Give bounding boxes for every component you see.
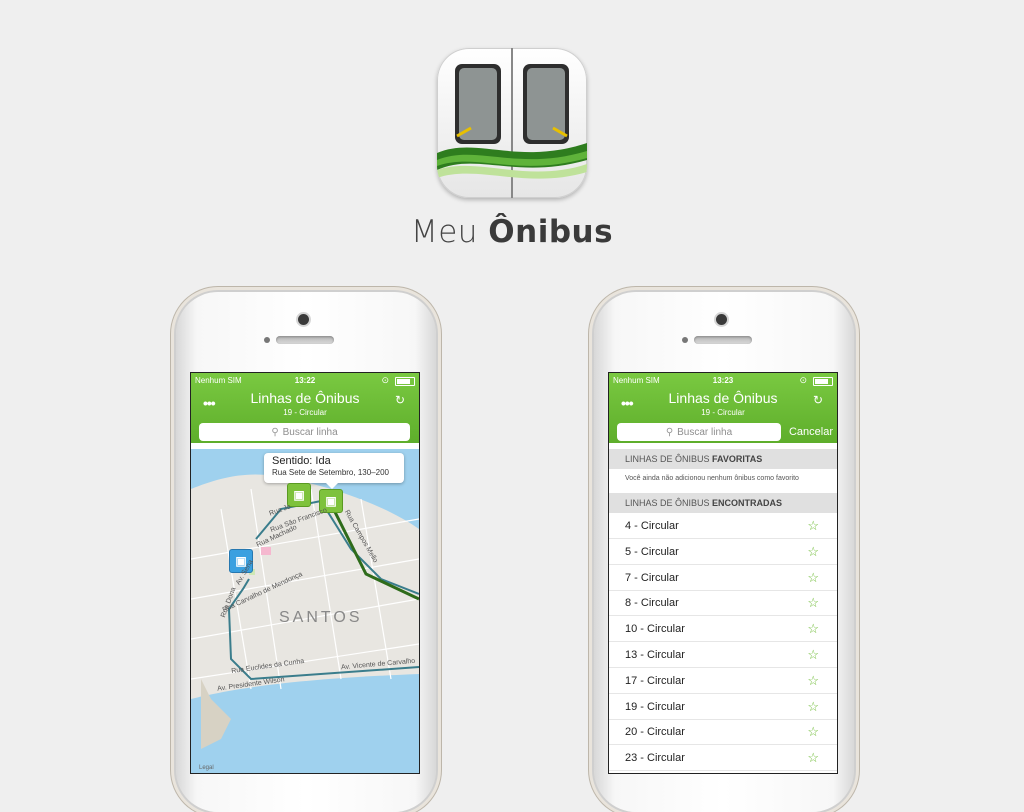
list-item[interactable]: 19 - Circular ☆ [609, 694, 837, 720]
page-subtitle: 19 - Circular [701, 408, 745, 417]
cancel-button[interactable]: Cancelar [789, 426, 833, 438]
page-title: Linhas de Ônibus [250, 390, 360, 406]
bus-marker-green[interactable]: ▣ [287, 483, 311, 507]
line-label: 17 - Circular [625, 674, 685, 687]
bus-icon: ▣ [293, 488, 305, 502]
found-header-bold: ENCONTRADAS [712, 498, 783, 508]
search-input[interactable]: ⚲ Buscar linha [199, 423, 410, 441]
rotation-lock-icon: ⊙ [381, 375, 389, 385]
favorites-header-prefix: LINHAS DE ÔNIBUS [625, 454, 710, 464]
map-screen: Nenhum SIM 13:22 ⊙ ••• Linhas de Ônibus … [190, 372, 420, 774]
bus-icon: ▣ [325, 494, 337, 508]
route-callout[interactable]: Sentido: Ida Rua Sete de Setembro, 130–2… [264, 453, 404, 489]
favorite-star-icon[interactable]: ☆ [807, 745, 819, 771]
list-item[interactable]: 4 - Circular ☆ [609, 513, 837, 539]
refresh-icon[interactable]: ↻ [813, 393, 823, 407]
nav-header: Nenhum SIM 13:23 ⊙ ••• Linhas de Ônibus … [609, 373, 837, 443]
refresh-icon[interactable]: ↻ [395, 393, 405, 407]
front-camera [716, 314, 727, 325]
search-input[interactable]: ⚲ Buscar linha [617, 423, 781, 441]
list-item[interactable]: 23 - Circular ☆ [609, 745, 837, 772]
search-placeholder: Buscar linha [282, 426, 338, 438]
search-placeholder: Buscar linha [677, 426, 733, 438]
earpiece-speaker [276, 336, 334, 344]
line-label: 13 - Circular [625, 649, 685, 661]
app-name-light: Meu [410, 214, 478, 250]
legal-link[interactable]: Legal [199, 765, 214, 771]
callout-address: Rua Sete de Setembro, 130–200 [272, 468, 389, 477]
list-item[interactable]: 13 - Circular ☆ [609, 642, 837, 668]
found-header-prefix: LINHAS DE ÔNIBUS [625, 498, 710, 508]
phone-map: Nenhum SIM 13:22 ⊙ ••• Linhas de Ônibus … [176, 292, 436, 812]
line-label: 4 - Circular [625, 520, 679, 532]
favorites-header-bold: FAVORITAS [712, 454, 763, 464]
line-label: 20 - Circular [625, 726, 685, 739]
nav-header: Nenhum SIM 13:22 ⊙ ••• Linhas de Ônibus … [191, 373, 419, 443]
list-item[interactable]: 5 - Circular ☆ [609, 539, 837, 565]
bus-doors-icon [437, 48, 587, 198]
list-item[interactable]: 8 - Circular ☆ [609, 590, 837, 617]
favorite-star-icon[interactable]: ☆ [807, 694, 819, 720]
page-title: Linhas de Ônibus [668, 390, 778, 406]
app-name: Meu Ônibus [0, 214, 1024, 250]
favorite-star-icon[interactable]: ☆ [807, 539, 819, 565]
line-label: 5 - Circular [625, 545, 679, 558]
search-icon: ⚲ [271, 426, 279, 438]
line-label: 23 - Circular [625, 752, 685, 765]
status-bar: Nenhum SIM 13:22 ⊙ [195, 375, 415, 388]
list-screen: Nenhum SIM 13:23 ⊙ ••• Linhas de Ônibus … [608, 372, 838, 774]
city-label: SANTOS [279, 609, 363, 626]
sensor [264, 337, 270, 343]
list-item[interactable]: 7 - Circular ☆ [609, 565, 837, 591]
favorite-star-icon[interactable]: ☆ [807, 668, 819, 694]
favorites-empty-message: Você ainda não adicionou nenhum ônibus c… [625, 475, 799, 482]
battery-icon [813, 377, 833, 386]
battery-icon [395, 377, 415, 386]
line-label: 10 - Circular [625, 623, 685, 636]
app-icon [437, 48, 587, 198]
phone-list: Nenhum SIM 13:23 ⊙ ••• Linhas de Ônibus … [594, 292, 854, 812]
favorite-star-icon[interactable]: ☆ [807, 719, 819, 745]
app-name-bold: Ônibus [488, 214, 614, 250]
route-map[interactable]: Sentido: Ida Rua Sete de Setembro, 130–2… [191, 449, 419, 773]
page-subtitle: 19 - Circular [283, 408, 327, 417]
line-label: 19 - Circular [625, 700, 685, 713]
sensor [682, 337, 688, 343]
favorite-star-icon[interactable]: ☆ [807, 565, 819, 591]
list-item[interactable]: 10 - Circular ☆ [609, 616, 837, 643]
list-item[interactable]: 20 - Circular ☆ [609, 719, 837, 746]
callout-title: Sentido: Ida [272, 455, 331, 467]
found-header: LINHAS DE ÔNIBUS ENCONTRADAS [609, 493, 837, 513]
favorite-star-icon[interactable]: ☆ [807, 590, 819, 616]
rotation-lock-icon: ⊙ [799, 375, 807, 385]
favorite-star-icon[interactable]: ☆ [807, 642, 819, 668]
favorite-star-icon[interactable]: ☆ [807, 513, 819, 539]
earpiece-speaker [694, 336, 752, 344]
line-label: 8 - Circular [625, 597, 679, 610]
front-camera [298, 314, 309, 325]
status-bar: Nenhum SIM 13:23 ⊙ [613, 375, 833, 388]
favorite-star-icon[interactable]: ☆ [807, 616, 819, 642]
lines-list: LINHAS DE ÔNIBUS FAVORITAS Você ainda nã… [609, 449, 837, 773]
list-item[interactable]: 17 - Circular ☆ [609, 668, 837, 694]
line-label: 7 - Circular [625, 571, 679, 584]
favorites-header: LINHAS DE ÔNIBUS FAVORITAS [609, 449, 837, 469]
search-icon: ⚲ [665, 426, 674, 438]
